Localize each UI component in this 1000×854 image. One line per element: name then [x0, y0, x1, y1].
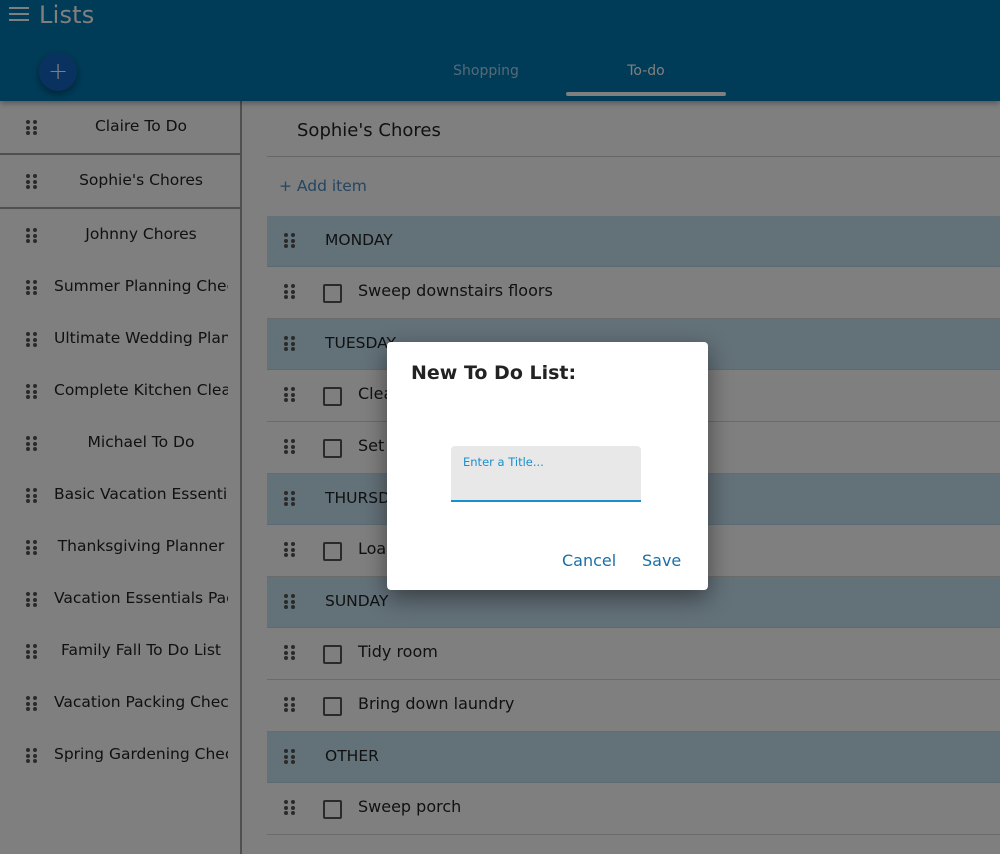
- title-field-label: Enter a Title...: [463, 455, 544, 469]
- save-button[interactable]: Save: [642, 551, 681, 570]
- dialog-title: New To Do List:: [411, 362, 577, 384]
- title-field[interactable]: Enter a Title...: [451, 446, 641, 502]
- cancel-button[interactable]: Cancel: [562, 551, 616, 570]
- title-input[interactable]: [463, 472, 633, 490]
- new-list-dialog: New To Do List: Enter a Title... Cancel …: [387, 342, 708, 590]
